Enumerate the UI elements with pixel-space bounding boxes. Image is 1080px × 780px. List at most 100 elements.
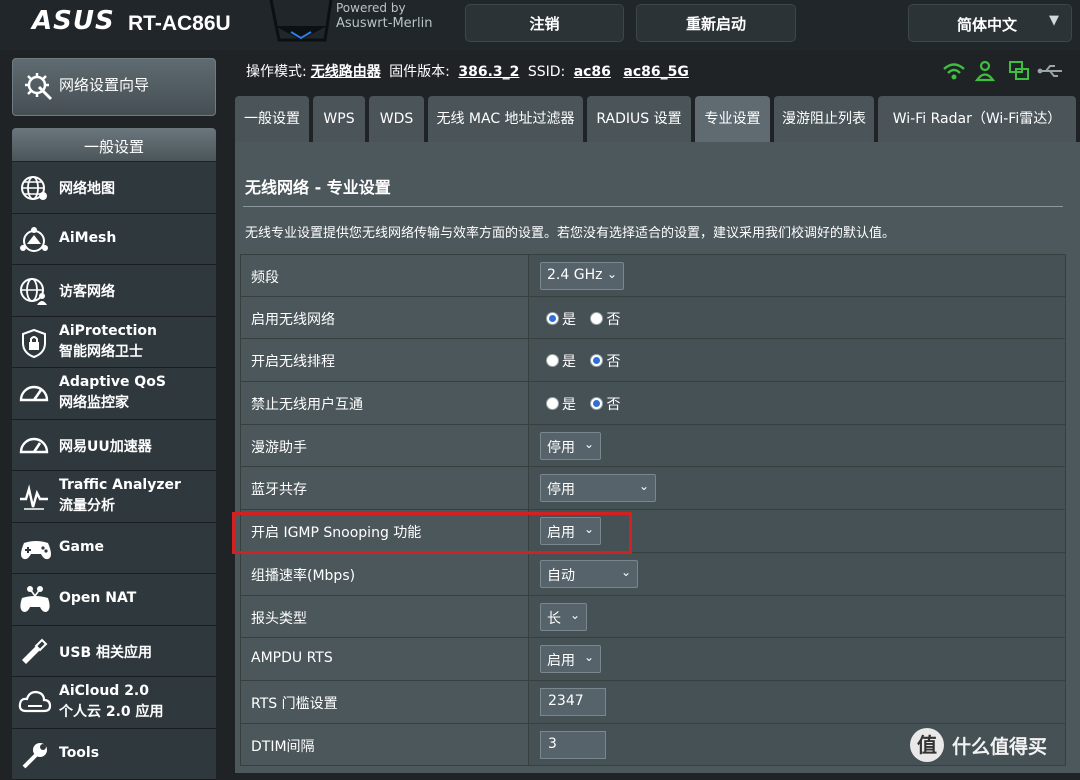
logout-button[interactable]: 注销 (465, 4, 624, 42)
network-status-icon[interactable] (1010, 62, 1028, 79)
sidebar-item-uu-accelerator[interactable]: 网易UU加速器 (12, 420, 216, 472)
tab-wps[interactable]: WPS (313, 96, 365, 142)
firmware-version-link[interactable]: 386.3_2 (458, 64, 519, 80)
sidebar-item-adaptive-qos[interactable]: Adaptive QoS 网络监控家 (12, 368, 216, 420)
sidebar-item-network-map[interactable]: 网络地图 (12, 162, 216, 214)
sidebar-item-aicloud[interactable]: AiCloud 2.0 个人云 2.0 应用 (12, 677, 216, 729)
setting-label: RTS 门槛设置 (251, 693, 338, 713)
radio-no[interactable] (590, 354, 603, 367)
dtim-interval-input[interactable]: 3 (540, 731, 606, 759)
sidebar-item-label: USB 相关应用 (59, 642, 152, 662)
bluetooth-coexistence-select[interactable]: 停用 ⌄ (540, 474, 656, 502)
preamble-type-select[interactable]: 长 ⌄ (540, 603, 587, 631)
powered-by-line: Powered by (336, 0, 432, 16)
tab-wifi-radar[interactable]: Wi-Fi Radar（Wi-Fi雷达） (878, 96, 1076, 142)
radio-no-label: 否 (606, 397, 620, 413)
setting-label: DTIM间隔 (251, 736, 315, 756)
usb-status-icon[interactable] (1038, 66, 1062, 76)
sidebar-item-label: Adaptive QoS (59, 374, 166, 390)
settings-row: 频段 2.4 GHz ⌄ (240, 254, 1066, 297)
page-description: 无线专业设置提供您无线网络传输与效率方面的设置。若您没有选择适合的设置，建议采用… (245, 222, 895, 241)
radio-yes[interactable] (546, 354, 559, 367)
setting-label: 组播速率(Mbps) (251, 565, 355, 585)
sidebar-menu: 网络地图 AiMesh 访客网络 AiProtection 智能网络卫士 (12, 162, 216, 780)
sidebar-item-open-nat[interactable]: Open NAT (12, 574, 216, 626)
tab-radius[interactable]: RADIUS 设置 (587, 96, 691, 142)
roaming-assistant-select[interactable]: 停用 ⌄ (540, 432, 601, 460)
sidebar-item-sublabel: 智能网络卫士 (59, 341, 143, 361)
tab-general[interactable]: 一般设置 (235, 96, 309, 142)
sidebar-item-guest-network[interactable]: 访客网络 (12, 265, 216, 317)
tab-wds[interactable]: WDS (369, 96, 424, 142)
select-value: 长 (547, 608, 561, 628)
guest-network-icon (18, 275, 50, 307)
powered-by: Powered by Asuswrt-Merlin (336, 0, 432, 32)
top-header: ASUS RT-AC86U Powered by Asuswrt-Merlin … (0, 0, 1080, 50)
sidebar-item-traffic-analyzer[interactable]: Traffic Analyzer 流量分析 (12, 471, 216, 523)
gauge-icon (18, 430, 50, 462)
settings-row: 启用无线网络 是 否 (240, 297, 1066, 340)
rts-threshold-input[interactable]: 2347 (540, 688, 606, 716)
mesh-icon (18, 224, 50, 256)
sidebar-item-usb-apps[interactable]: USB 相关应用 (12, 626, 216, 678)
ssid-24g-link[interactable]: ac86 (574, 64, 611, 80)
select-value: 启用 (547, 522, 575, 542)
ssid-label: SSID: (528, 64, 565, 80)
wifi-status-icon[interactable] (944, 65, 964, 80)
router-model: RT-AC86U (128, 12, 231, 36)
tab-mac-filter[interactable]: 无线 MAC 地址过滤器 (428, 96, 583, 142)
setting-label: 禁止无线用户互通 (251, 394, 363, 414)
sidebar-item-aimesh[interactable]: AiMesh (12, 214, 216, 266)
sidebar-item-sublabel: 流量分析 (59, 495, 115, 515)
chevron-down-icon: ⌄ (621, 565, 631, 579)
tab-professional[interactable]: 专业设置 (695, 96, 770, 142)
firmware-version-label: 固件版本: (389, 64, 450, 80)
sidebar-item-sublabel: 网络监控家 (59, 392, 129, 412)
ssid-5g-link[interactable]: ac86_5G (623, 64, 688, 80)
general-section-header: 一般设置 (12, 128, 216, 161)
radio-no-label: 否 (606, 354, 620, 370)
radio-yes[interactable] (546, 397, 559, 410)
chevron-down-icon: ▼ (1049, 13, 1059, 28)
sidebar-item-label: AiCloud 2.0 (59, 683, 149, 699)
quick-setup-label: 网络设置向导 (59, 74, 149, 95)
select-value: 2.4 GHz (547, 267, 602, 283)
sidebar-item-label: Open NAT (59, 590, 136, 606)
multicast-rate-select[interactable]: 自动 ⌄ (540, 560, 638, 588)
radio-yes-label: 是 (562, 397, 576, 413)
open-nat-gamepad-icon (18, 584, 52, 616)
radio-group: 是 否 (546, 394, 620, 414)
igmp-snooping-select[interactable]: 启用 ⌄ (540, 517, 601, 545)
radio-yes-label: 是 (562, 354, 576, 370)
setting-label: 开启 IGMP Snooping 功能 (251, 522, 421, 542)
wizard-icon (23, 69, 53, 103)
radio-no-label: 否 (606, 312, 620, 328)
sidebar-item-label: 网易UU加速器 (59, 436, 152, 456)
language-label: 简体中文 (957, 14, 1017, 35)
band-select[interactable]: 2.4 GHz ⌄ (540, 262, 624, 290)
firmware-brand: Asuswrt-Merlin (336, 16, 432, 32)
sidebar-item-aiprotection[interactable]: AiProtection 智能网络卫士 (12, 317, 216, 369)
setting-label: AMPDU RTS (251, 650, 333, 666)
sidebar-item-tools[interactable]: Tools (12, 729, 216, 780)
settings-row: 漫游助手 停用 ⌄ (240, 425, 1066, 468)
language-select[interactable]: 简体中文 ▼ (908, 4, 1072, 42)
radio-yes[interactable] (546, 312, 559, 325)
settings-row: RTS 门槛设置 2347 (240, 681, 1066, 724)
tab-roaming-block[interactable]: 漫游阻止列表 (774, 96, 874, 142)
reboot-button[interactable]: 重新启动 (636, 4, 796, 42)
user-status-icon[interactable] (977, 62, 993, 80)
router-image-icon (265, 0, 335, 46)
sidebar-item-game[interactable]: Game (12, 523, 216, 575)
radio-no[interactable] (590, 397, 603, 410)
settings-panel: 无线网络 - 专业设置 无线专业设置提供您无线网络传输与效率方面的设置。若您没有… (235, 142, 1080, 773)
operation-mode-link[interactable]: 无线路由器 (311, 64, 381, 80)
usb-icon (18, 636, 50, 668)
radio-no[interactable] (590, 312, 603, 325)
chevron-down-icon: ⌄ (607, 267, 617, 281)
globe-network-icon (18, 172, 50, 204)
quick-setup-button[interactable]: 网络设置向导 (12, 58, 216, 116)
sidebar-item-label: AiProtection (59, 323, 157, 339)
ampdu-rts-select[interactable]: 启用 ⌄ (540, 645, 601, 673)
select-value: 自动 (547, 565, 575, 585)
